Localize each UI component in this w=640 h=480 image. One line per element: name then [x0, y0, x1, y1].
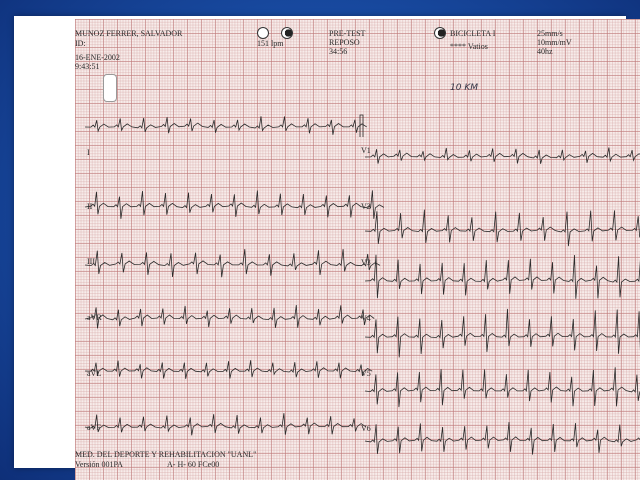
phase-marker-icon: [281, 27, 293, 39]
software-version: Versión 001PA: [75, 460, 123, 469]
ecg-trace-v5: [364, 367, 640, 408]
filter-setting: 40hz: [537, 47, 553, 56]
test-state: REPOSO: [329, 38, 360, 47]
elapsed-time: 34:56: [329, 47, 348, 56]
ecg-trace-avl: [84, 360, 373, 379]
ecg-trace-ii: [84, 190, 385, 219]
lead-label-v5: V5: [361, 369, 371, 378]
lead-label-i: I: [87, 148, 90, 157]
gain-setting: 10mm/mV: [537, 38, 572, 47]
record-time: 9:43:51: [75, 62, 100, 71]
ecg-trace-v1: [364, 147, 640, 164]
lead-label-iii: III: [87, 257, 95, 266]
ecg-trace-v2: [364, 209, 640, 247]
calibration-pulse: [359, 114, 364, 137]
lead-label-v3: V3: [361, 258, 371, 267]
watts-value: **** Vatios: [450, 42, 488, 51]
lead-label-v4: V4: [361, 314, 371, 323]
lead-label-v2: V2: [361, 202, 371, 211]
lead-label-v1: V1: [361, 146, 371, 155]
paper-speed: 25mm/s: [537, 29, 563, 38]
patient-id-label: ID:: [75, 39, 86, 48]
device-settings: A- H- 60 FCe00: [167, 460, 220, 469]
institution-name: MED. DEL DEPORTE Y REHABILITACION "UANL": [75, 450, 257, 459]
ecg-trace-avr: [84, 304, 375, 329]
heart-rate: 151 lpm: [257, 39, 284, 48]
lead-label-avf: aVF: [87, 423, 101, 432]
lead-label-avl: aVL: [87, 369, 102, 378]
record-date: 16-ENE-2002: [75, 53, 120, 62]
ecg-trace-v3: [364, 254, 640, 299]
ecg-traces: [84, 114, 640, 455]
exercise-device: BICICLETA I: [450, 29, 496, 38]
ecg-trace-i: [84, 116, 367, 135]
ecg-trace-v6: [364, 421, 640, 455]
ecg-trace-avf: [84, 413, 367, 436]
test-phase: PRE-TEST: [329, 29, 366, 38]
lead-label-ii: II: [87, 202, 93, 211]
lead-label-avr: aVR: [87, 313, 102, 322]
patient-name: MUNOZ FERRER, SALVADOR: [75, 29, 183, 38]
ecg-trace-v4: [364, 308, 640, 358]
punch-hole: [103, 74, 117, 102]
device-marker-icon: [434, 27, 446, 39]
ecg-trace-iii: [84, 249, 381, 278]
heart-rate-marker-icon: [257, 27, 269, 39]
handwritten-note: 10 KM: [450, 83, 478, 93]
lead-label-v6: V6: [361, 424, 371, 433]
ecg-paper: MUNOZ FERRER, SALVADOR ID: 16-ENE-2002 9…: [75, 19, 640, 480]
